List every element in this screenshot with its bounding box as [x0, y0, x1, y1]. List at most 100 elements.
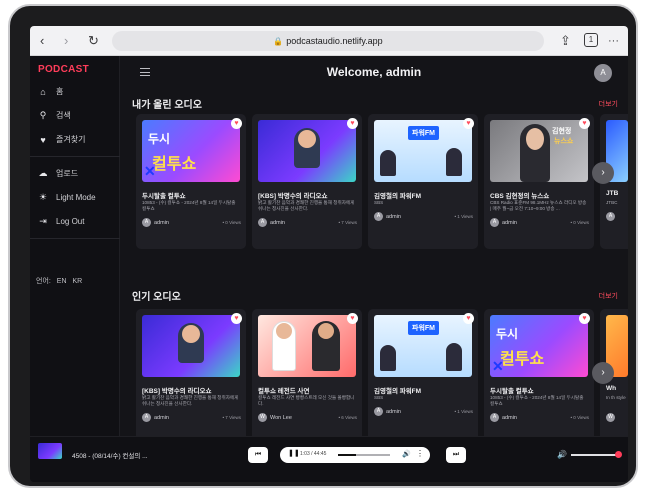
heart-icon[interactable]: ♥ [231, 313, 242, 324]
view-count: • 1 Views [454, 409, 473, 414]
language-en[interactable]: EN [57, 278, 67, 285]
heart-icon[interactable]: ♥ [347, 313, 358, 324]
progress-fill [338, 454, 356, 456]
audio-card[interactable]: 파워FM ♥ 김영철의 파워FM SBS Aadmin • 1 Views [368, 114, 478, 249]
card-title: [KBS] 박명수의 라디오쇼 [142, 388, 212, 395]
view-count: • 7 Views [338, 220, 357, 225]
sun-icon: ☀ [38, 192, 48, 202]
card-author: Aadmin [374, 407, 401, 416]
audio-card[interactable]: 김현정 뉴스쇼 ♥ CBS 김현정의 뉴스쇼 CBS Radio 표준FM 98… [484, 114, 594, 249]
sidebar-item-label: Light Mode [56, 193, 96, 202]
card-title: 김영철의 파워FM [374, 388, 422, 395]
tablet-frame: ‹ › ↻ 🔒 podcastaudio.netlify.app ⇪ 1 ··· … [8, 4, 638, 488]
view-count: • 0 Views [222, 220, 241, 225]
audio-card[interactable]: 파워FM ♥ 김영철의 파워FM SBS Aadmin • 1 Views [368, 309, 478, 444]
chevron-right-icon[interactable]: › [64, 33, 68, 49]
audio-card[interactable]: 두시 컬투쇼 ✕ ♥ 두시탈출 컬투쇼 10853 - (수) 컬투쇼 - 20… [136, 114, 246, 249]
user-avatar: A [374, 407, 383, 416]
card-description: 컬투쇼 레전드 사연 빵빵스트레 모신 것들 몰빵합니다. [258, 395, 355, 406]
thumbnail [142, 315, 240, 377]
more-icon[interactable]: ··· [608, 33, 619, 49]
card-title: JTB [606, 190, 619, 197]
heart-icon[interactable]: ♥ [579, 313, 590, 324]
sidebar-item-light-mode[interactable]: ☀ Light Mode [38, 192, 96, 203]
sidebar-item-label: 홈 [56, 87, 64, 96]
url-bar[interactable]: 🔒 podcastaudio.netlify.app [112, 31, 544, 51]
card-author: Aadmin [142, 218, 169, 227]
sidebar-item-search[interactable]: ⚲ 검색 [38, 110, 71, 121]
more-link[interactable]: 더보기 [599, 99, 618, 109]
app-logo[interactable]: PODCAST [38, 64, 89, 75]
scroll-right-button[interactable]: › [592, 362, 614, 384]
volume-slider[interactable] [571, 454, 617, 456]
view-count: • 0 Views [570, 415, 589, 420]
user-avatar: W [606, 413, 615, 422]
thumbnail: 파워FM [374, 120, 472, 182]
view-count: • 0 Views [570, 220, 589, 225]
url-text: podcastaudio.netlify.app [286, 36, 383, 46]
reload-icon[interactable]: ↻ [88, 33, 99, 49]
author-name: admin [270, 219, 285, 226]
previous-button[interactable]: ⏮ [248, 447, 268, 463]
author-name: admin [386, 408, 401, 415]
scroll-right-button[interactable]: › [592, 162, 614, 184]
heart-icon[interactable]: ♥ [579, 118, 590, 129]
card-description: In th style [606, 395, 626, 400]
thumbnail [258, 315, 356, 377]
sidebar-item-logout[interactable]: ⇥ Log Out [38, 216, 84, 227]
sidebar-item-upload[interactable]: ☁ 업로드 [38, 168, 79, 179]
card-title: [KBS] 박명수의 라디오쇼 [258, 193, 328, 200]
heart-icon[interactable]: ♥ [463, 118, 474, 129]
author-name: Won Lee [270, 414, 292, 421]
pause-icon[interactable]: ❚❚ [288, 449, 300, 457]
audio-card[interactable]: ♥ [KBS] 박명수의 라디오쇼 밝고 활기찬 음악과 경쾌한 진행을 통해 … [252, 114, 362, 249]
card-description: CBS Radio 표준FM 98.1MHz 뉴스쇼 라디오 방송 | 매주 월… [490, 200, 587, 211]
next-button[interactable]: ⏭ [446, 447, 466, 463]
card-author: W Won Lee [258, 413, 292, 422]
card-title: 두시탈출 컬투쇼 [490, 388, 534, 395]
logout-icon: ⇥ [39, 216, 47, 226]
playback-control[interactable]: ❚❚ 1:03 / 44:45 🔊 ⋮ [280, 447, 430, 463]
audio-player: 4508 - (08/14/수) 컨설의 ... ⏮ ❚❚ 1:03 / 44:… [30, 436, 628, 482]
avatar[interactable]: A [594, 64, 612, 82]
heart-icon[interactable]: ♥ [463, 313, 474, 324]
audio-card[interactable]: ♥ 컬투쇼 레전드 사연 컬투쇼 레전드 사연 빵빵스트레 모신 것들 몰빵합니… [252, 309, 362, 444]
heart-icon[interactable]: ♥ [231, 118, 242, 129]
more-options-icon[interactable]: ⋮ [416, 449, 424, 458]
sidebar-item-label: Log Out [56, 217, 85, 226]
thumbnail: 김현정 뉴스쇼 [490, 120, 588, 182]
more-link[interactable]: 더보기 [599, 291, 618, 301]
language-kr[interactable]: KR [72, 278, 82, 285]
chevron-right-icon: › [601, 167, 605, 178]
author-name: admin [502, 414, 517, 421]
sidebar-item-label: 업로드 [56, 169, 79, 178]
card-author: W [606, 413, 615, 422]
audio-card[interactable]: ♥ [KBS] 박명수의 라디오쇼 밝고 활기찬 음악과 경쾌한 진행을 통해 … [136, 309, 246, 444]
page-title: Welcome, admin [326, 65, 422, 79]
card-author: Aadmin [490, 218, 517, 227]
card-description: 밝고 활기찬 음악과 경쾌한 진행을 통해 청취자에게 쉬나는 청사진을 선사한… [142, 395, 239, 406]
tab-count[interactable]: 1 [584, 33, 598, 47]
share-icon[interactable]: ⇪ [560, 33, 571, 49]
volume-knob[interactable] [615, 451, 622, 458]
thumbnail [258, 120, 356, 182]
cloud-upload-icon: ☁ [38, 168, 48, 178]
audio-card[interactable]: 두시 컬투쇼 ✕ ♥ 두시탈출 컬투쇼 10853 - (수) 컬투쇼 - 20… [484, 309, 594, 444]
author-name: admin [154, 414, 169, 421]
now-playing-thumbnail [38, 443, 62, 459]
card-description: JTBC [606, 200, 618, 205]
card-author: Aadmin [258, 218, 285, 227]
heart-icon[interactable]: ♥ [347, 118, 358, 129]
card-author: Aadmin [142, 413, 169, 422]
chevron-left-icon[interactable]: ‹ [40, 33, 44, 49]
skip-forward-icon: ⏭ [452, 451, 460, 458]
sidebar-item-favorites[interactable]: ♥ 즐겨찾기 [38, 134, 85, 145]
user-avatar: A [258, 218, 267, 227]
language-label: 언어: [36, 278, 51, 285]
thumbnail: 파워FM [374, 315, 472, 377]
sidebar-item-home[interactable]: ⌂ 홈 [38, 86, 63, 97]
card-title: 김영철의 파워FM [374, 193, 422, 200]
volume-icon[interactable]: 🔊 [557, 450, 567, 459]
card-description: 밝고 활기찬 음악과 경쾌한 진행을 통해 청취자에게 쉬나는 청사진을 선사한… [258, 200, 355, 211]
volume-icon[interactable]: 🔊 [402, 450, 411, 458]
